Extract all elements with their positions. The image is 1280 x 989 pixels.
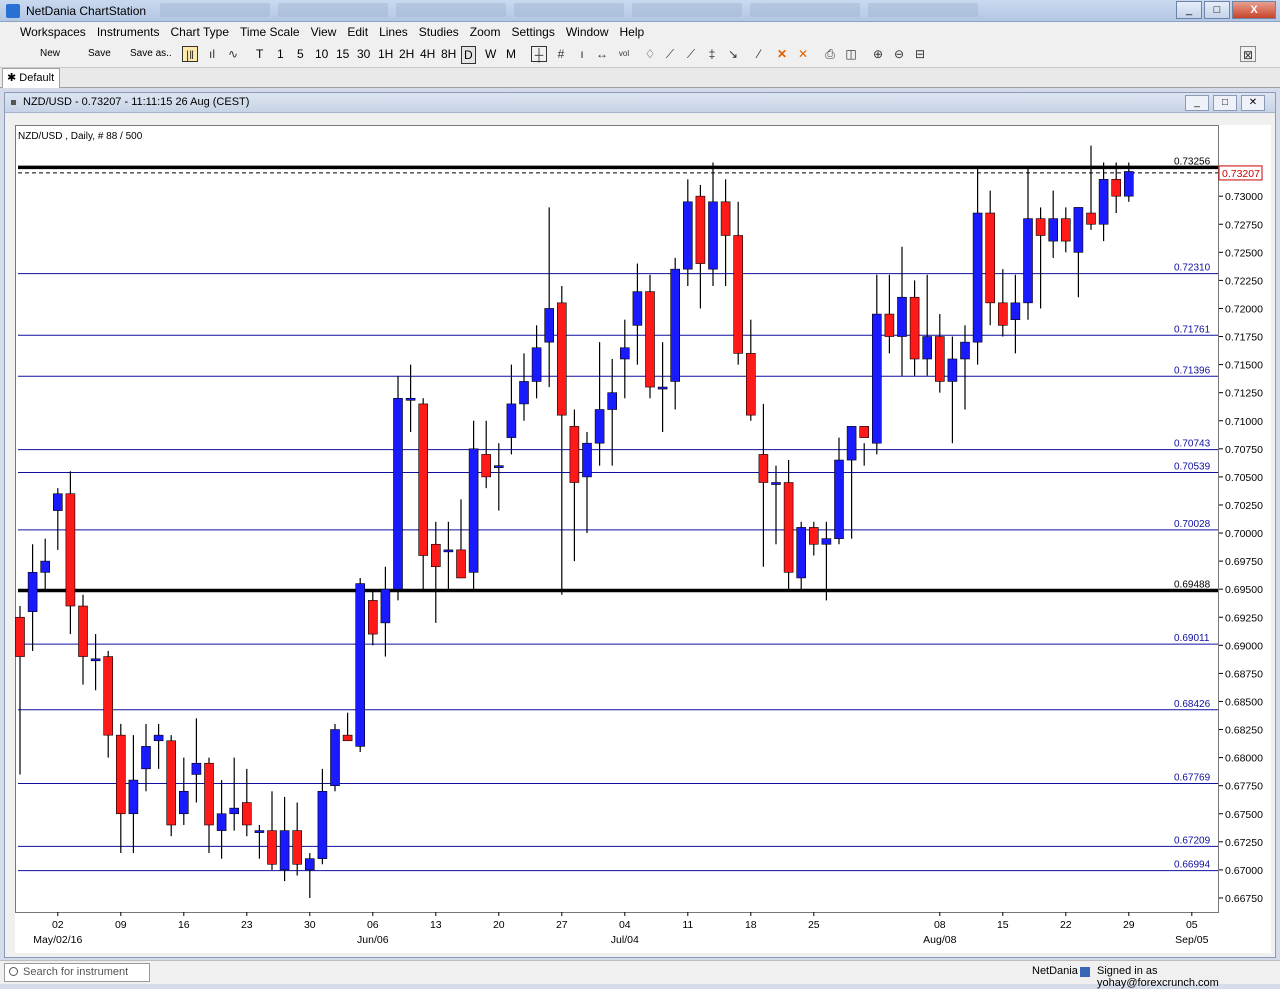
menu-window[interactable]: Window <box>566 22 609 42</box>
signed-in-label: Signed in as yohay@forexcrunch.com <box>1097 965 1219 989</box>
panel-toggle-icon[interactable]: ⊠ <box>1240 46 1256 62</box>
pen-icon[interactable]: ⁄ <box>751 46 767 62</box>
menu-bar: Workspaces Instruments Chart Type Time S… <box>0 22 1280 42</box>
title-bar: NetDania ChartStation _ □ X <box>0 0 1280 22</box>
instrument-search[interactable]: Search for instrument <box>4 963 150 982</box>
timeframe-4h[interactable]: 4H <box>420 46 435 62</box>
search-icon <box>9 967 18 976</box>
maximize-button[interactable]: □ <box>1204 1 1230 19</box>
zoom-fit-icon[interactable]: ⊟ <box>912 46 928 62</box>
price-axis[interactable] <box>1219 125 1271 913</box>
timeframe-weekly[interactable]: W <box>485 46 496 62</box>
time-axis[interactable] <box>15 913 1271 953</box>
crosshair-icon[interactable]: ┼ <box>531 46 547 62</box>
timeframe-5m[interactable]: 5 <box>297 46 304 62</box>
timeframe-10m[interactable]: 10 <box>315 46 328 62</box>
menu-workspaces[interactable]: Workspaces <box>20 22 86 42</box>
timeframe-1m[interactable]: 1 <box>277 46 284 62</box>
chart-window-title: NZD/USD - 0.73207 - 11:11:15 26 Aug (CES… <box>23 96 250 108</box>
menu-help[interactable]: Help <box>620 22 645 42</box>
info-icon[interactable]: ı <box>574 46 590 62</box>
app-title: NetDania ChartStation <box>26 4 147 18</box>
app-icon <box>6 4 20 18</box>
print-preview-icon[interactable]: ◫ <box>843 46 859 62</box>
workspace-tabs: ✱ Default <box>0 68 1280 88</box>
save-button[interactable]: Save <box>88 46 111 62</box>
trend-line-icon[interactable]: ⟋ <box>662 46 678 62</box>
menu-settings[interactable]: Settings <box>511 22 554 42</box>
menu-zoom[interactable]: Zoom <box>470 22 501 42</box>
arrow-tool-icon[interactable]: ↘ <box>725 46 741 62</box>
toolbar: New Save Save as.. |‖ ıl ∿ T 1 5 10 15 3… <box>0 42 1280 68</box>
status-bar: Search for instrument NetDania Signed in… <box>0 960 1280 989</box>
chart-restore-button[interactable]: □ <box>1213 95 1237 111</box>
search-placeholder: Search for instrument <box>23 966 129 978</box>
tab-default-label: Default <box>19 72 55 84</box>
provider-label: NetDania <box>1032 965 1078 977</box>
candlestick-chart-icon[interactable]: |‖ <box>182 46 198 62</box>
volume-icon[interactable]: vol <box>616 46 632 62</box>
chart-minimize-button[interactable]: _ <box>1185 95 1209 111</box>
levels-icon[interactable]: ‡ <box>704 46 720 62</box>
chart-window-header: NZD/USD - 0.73207 - 11:11:15 26 Aug (CES… <box>5 93 1275 113</box>
menu-instruments[interactable]: Instruments <box>97 22 160 42</box>
taskbar-thumbnails <box>160 3 1080 19</box>
minimize-button[interactable]: _ <box>1176 1 1202 19</box>
print-icon[interactable]: ⎙ <box>822 46 838 62</box>
menu-lines[interactable]: Lines <box>379 22 408 42</box>
zoom-in-icon[interactable]: ⊕ <box>870 46 886 62</box>
timeframe-8h[interactable]: 8H <box>441 46 456 62</box>
line-chart-icon[interactable]: ∿ <box>225 46 241 62</box>
fibonacci-icon[interactable]: ⟋ <box>683 46 699 62</box>
menu-time-scale[interactable]: Time Scale <box>240 22 300 42</box>
delete-icon[interactable]: ✕ <box>774 46 790 62</box>
connection-status-icon <box>1080 967 1090 977</box>
timeframe-tick[interactable]: T <box>256 46 263 62</box>
timeframe-1h[interactable]: 1H <box>378 46 393 62</box>
timeframe-30m[interactable]: 30 <box>357 46 370 62</box>
bar-chart-icon[interactable]: ıl <box>204 46 220 62</box>
timeframe-2h[interactable]: 2H <box>399 46 414 62</box>
save-as-button[interactable]: Save as.. <box>130 46 172 62</box>
tab-default[interactable]: ✱ Default <box>2 68 60 88</box>
menu-chart-type[interactable]: Chart Type <box>171 22 229 42</box>
new-button[interactable]: New <box>40 46 60 62</box>
timeframe-15m[interactable]: 15 <box>336 46 349 62</box>
alert-bell-icon[interactable]: ♢ <box>642 46 658 62</box>
menu-view[interactable]: View <box>311 22 337 42</box>
plot-area[interactable] <box>15 125 1219 913</box>
chart-close-button[interactable]: ✕ <box>1241 95 1265 111</box>
close-button[interactable]: X <box>1232 1 1276 19</box>
chart-window-icon <box>11 100 16 105</box>
menu-studies[interactable]: Studies <box>419 22 459 42</box>
timeframe-daily[interactable]: D <box>461 46 476 64</box>
delete-all-icon[interactable]: ✕ <box>795 46 811 62</box>
grid-icon[interactable]: # <box>553 46 569 62</box>
zoom-out-icon[interactable]: ⊖ <box>891 46 907 62</box>
scroll-arrows-icon[interactable]: ↔ <box>594 46 610 62</box>
menu-edit[interactable]: Edit <box>347 22 368 42</box>
timeframe-monthly[interactable]: M <box>506 46 516 62</box>
